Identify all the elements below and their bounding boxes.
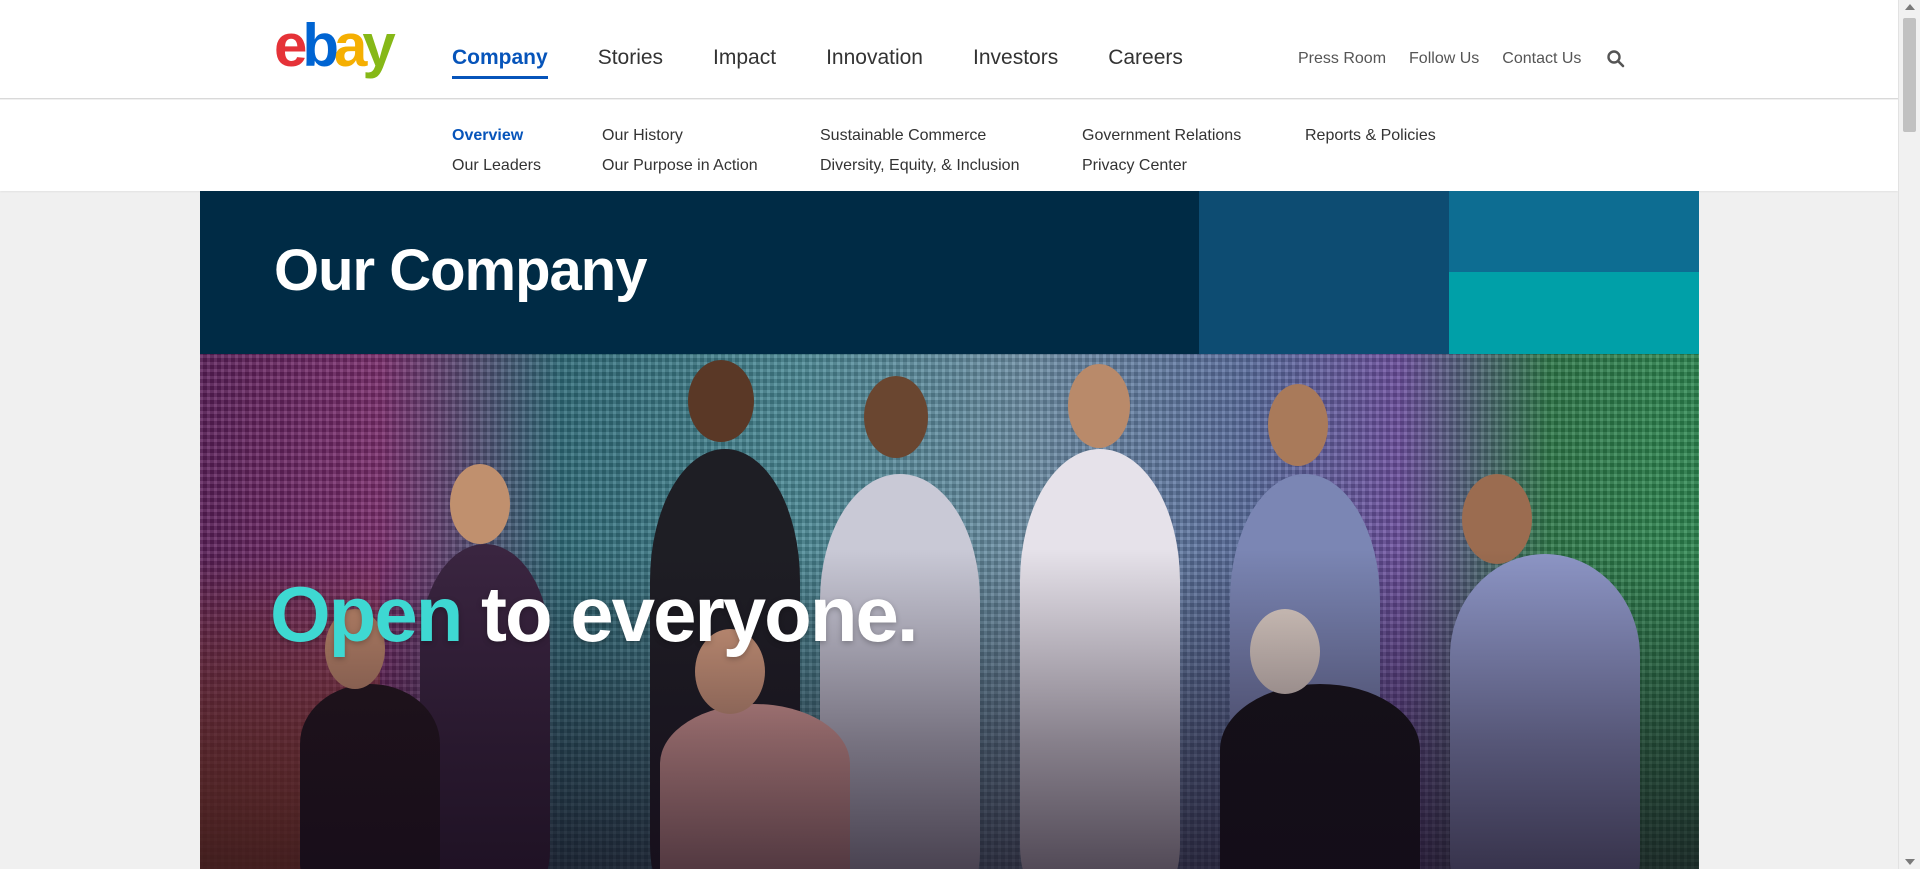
subnav-column: Our History Our Purpose in Action [602, 121, 758, 181]
subnav-column: Reports & Policies [1305, 121, 1436, 151]
subnav-overview[interactable]: Overview [452, 121, 541, 151]
subnav-column: Government Relations Privacy Center [1082, 121, 1241, 181]
decorative-block [1199, 191, 1449, 354]
page-scrollbar[interactable] [1898, 0, 1920, 869]
contact-us-link[interactable]: Contact Us [1502, 0, 1581, 68]
decorative-block [1449, 272, 1699, 354]
svg-text:ebay: ebay [274, 16, 396, 79]
subnav-reports-policies[interactable]: Reports & Policies [1305, 121, 1436, 151]
primary-nav: Company Stories Impact Innovation Invest… [452, 0, 1233, 99]
follow-us-link[interactable]: Follow Us [1409, 0, 1479, 68]
subnav-our-leaders[interactable]: Our Leaders [452, 151, 541, 181]
ebay-logo-icon: ebay [274, 16, 401, 79]
hero-title-band: Our Company [200, 191, 1699, 354]
hero-tagline: Open to everyone. [270, 569, 919, 660]
page-title: Our Company [274, 238, 647, 303]
scrollbar-thumb[interactable] [1903, 18, 1916, 132]
subnav-column: Overview Our Leaders [452, 121, 541, 181]
subnav-privacy-center[interactable]: Privacy Center [1082, 151, 1241, 181]
company-subnav: Overview Our Leaders Our History Our Pur… [0, 100, 1898, 191]
nav-careers[interactable]: Careers [1108, 0, 1183, 99]
person-head [450, 464, 510, 544]
nav-investors[interactable]: Investors [973, 0, 1058, 99]
nav-company[interactable]: Company [452, 0, 548, 99]
nav-impact[interactable]: Impact [713, 0, 776, 99]
subnav-government-relations[interactable]: Government Relations [1082, 121, 1241, 151]
tagline-accent: Open [270, 570, 463, 658]
person-head [1268, 384, 1328, 466]
tagline-rest: to everyone. [461, 570, 919, 658]
ebay-logo[interactable]: ebay [274, 16, 404, 80]
person-head [1068, 364, 1130, 448]
subnav-our-purpose[interactable]: Our Purpose in Action [602, 151, 758, 181]
person-head [864, 376, 928, 458]
top-header: ebay Company Stories Impact Innovation I… [0, 0, 1898, 99]
person-head [688, 360, 754, 442]
subnav-our-history[interactable]: Our History [602, 121, 758, 151]
subnav-column: Sustainable Commerce Diversity, Equity, … [820, 121, 1019, 181]
press-room-link[interactable]: Press Room [1298, 0, 1386, 68]
search-icon[interactable] [1606, 49, 1626, 69]
scroll-down-arrow-icon[interactable] [1905, 859, 1915, 865]
hero-image: Open to everyone. [200, 354, 1699, 869]
nav-innovation[interactable]: Innovation [826, 0, 923, 99]
scroll-up-arrow-icon[interactable] [1905, 4, 1915, 10]
decorative-block [1449, 191, 1699, 272]
subnav-sustainable-commerce[interactable]: Sustainable Commerce [820, 121, 1019, 151]
nav-stories[interactable]: Stories [598, 0, 663, 99]
utility-nav: Press Room Follow Us Contact Us [1298, 0, 1604, 99]
subnav-diversity[interactable]: Diversity, Equity, & Inclusion [820, 151, 1019, 181]
